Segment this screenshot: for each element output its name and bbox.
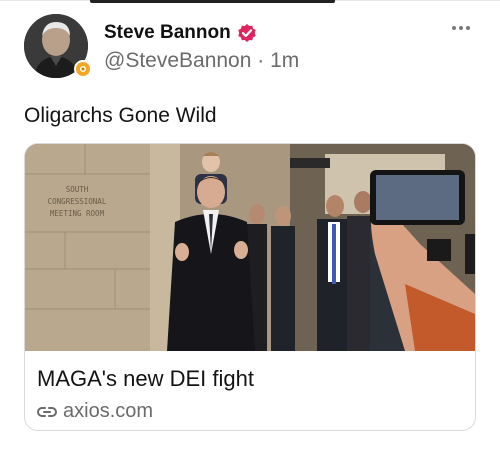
link-card-domain: axios.com [63, 400, 154, 422]
handle-and-time: @SteveBannon · 1m [104, 49, 299, 73]
top-indicator-bar [90, 0, 335, 3]
sign-line-2: CONGRESSIONAL [48, 197, 107, 206]
more-options-icon[interactable] [452, 20, 476, 36]
sign-line-1: SOUTH [66, 185, 89, 194]
author-name-row[interactable]: Steve Bannon [104, 22, 257, 44]
author-name[interactable]: Steve Bannon [104, 22, 231, 44]
link-card[interactable]: SOUTH CONGRESSIONAL MEETING ROOM MAGA's … [24, 143, 476, 431]
author-handle[interactable]: @SteveBannon [104, 49, 251, 72]
sign-line-3: MEETING ROOM [50, 209, 105, 218]
link-icon [37, 406, 57, 417]
link-card-domain-row[interactable]: axios.com [37, 400, 153, 423]
post-text: Oligarchs Gone Wild [24, 104, 217, 127]
verified-check-icon [238, 24, 256, 42]
meta-separator: · [251, 49, 271, 72]
link-card-title[interactable]: MAGA's new DEI fight [37, 366, 254, 392]
link-card-image[interactable]: SOUTH CONGRESSIONAL MEETING ROOM [25, 144, 475, 351]
affiliate-badge-icon [74, 60, 92, 78]
avatar[interactable] [24, 14, 92, 82]
post-time[interactable]: 1m [270, 49, 299, 72]
